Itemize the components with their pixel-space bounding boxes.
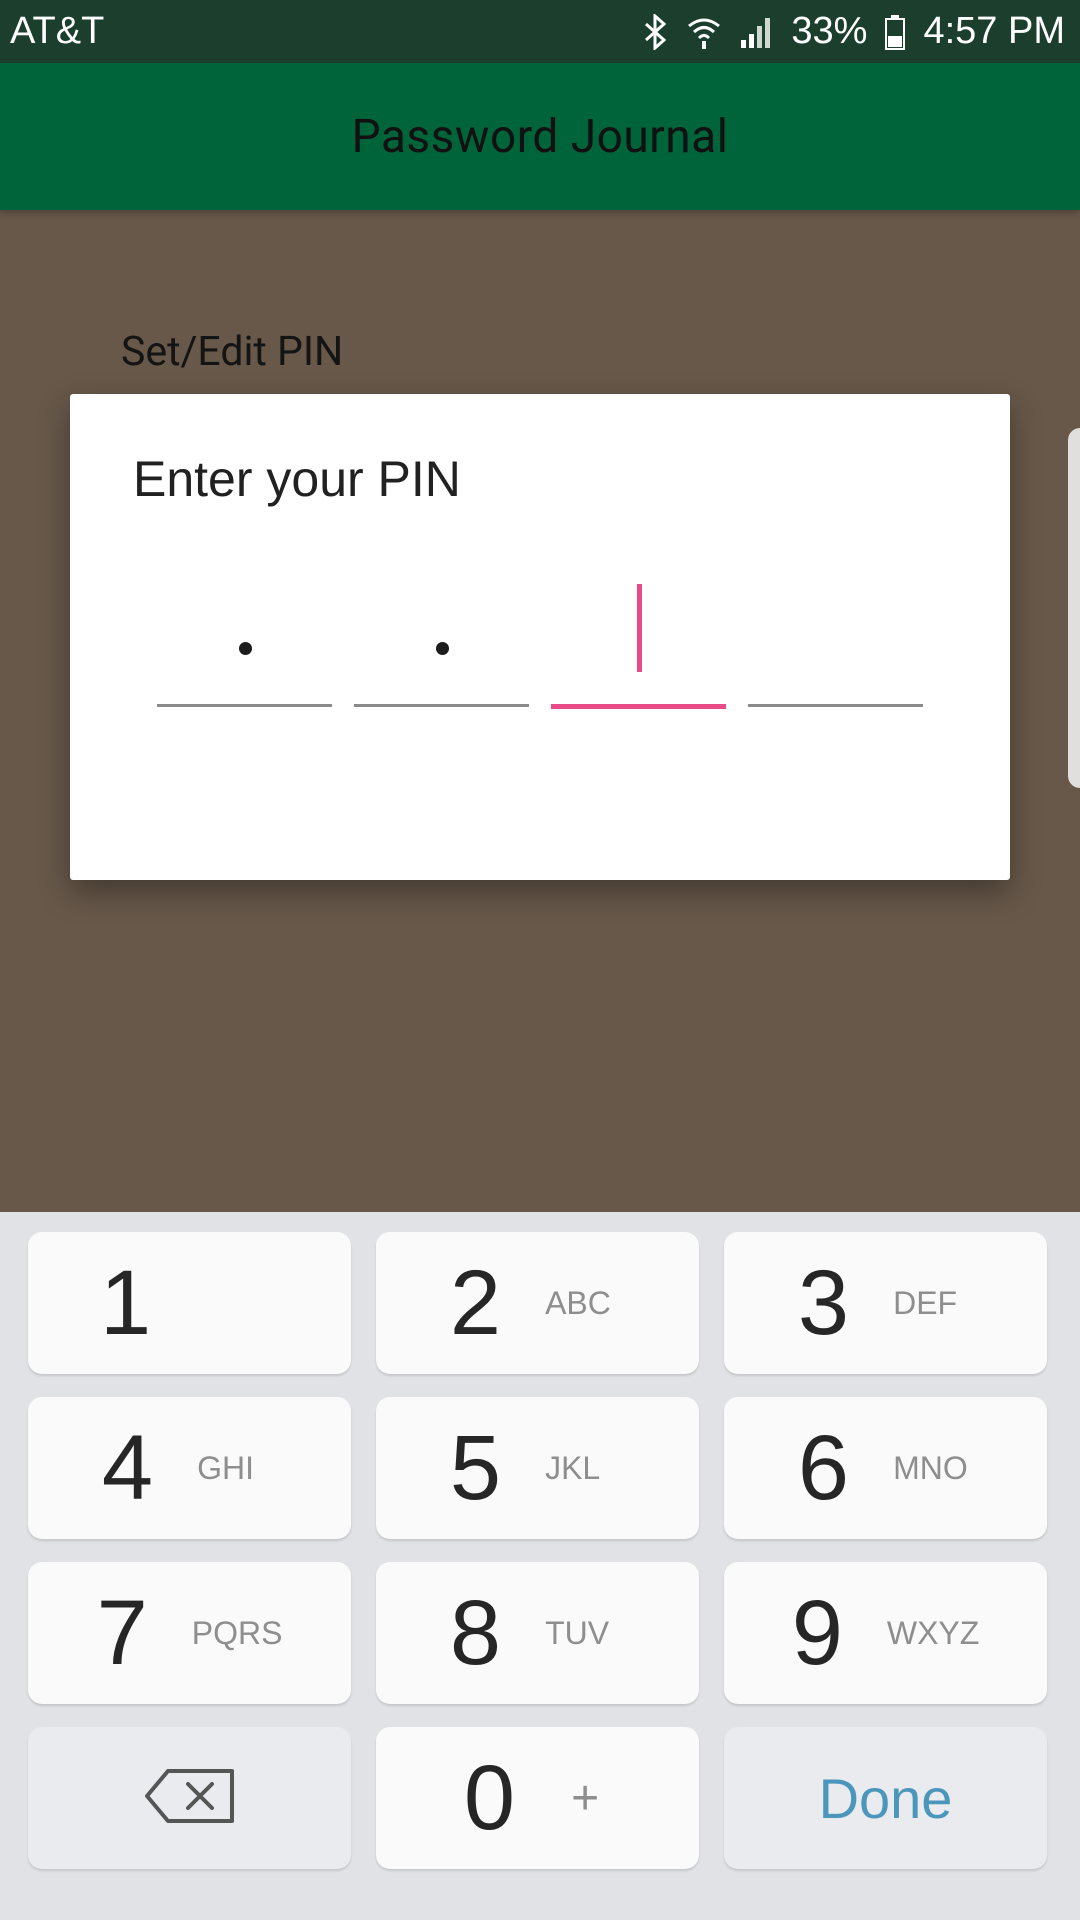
wifi-icon [687,14,721,50]
battery-icon [885,14,906,50]
preference-set-edit-pin: Set/Edit PIN [121,328,344,376]
key-letters: ABC [545,1284,611,1321]
key-1[interactable]: 1 [28,1232,351,1374]
status-icons: 33% 4:57 PM [643,10,1065,53]
key-0[interactable]: 0 + [376,1727,699,1869]
key-letters: WXYZ [886,1614,980,1651]
key-letters: + [571,1771,600,1825]
key-digit: 8 [449,1581,502,1684]
text-cursor [636,584,642,672]
key-digit: 0 [463,1746,516,1849]
key-4[interactable]: 4 GHI [28,1397,351,1539]
bluetooth-icon [643,13,669,50]
key-3[interactable]: 3 DEF [724,1232,1047,1374]
pin-field-2[interactable] [354,624,529,707]
key-2[interactable]: 2 ABC [376,1232,699,1374]
key-digit: 5 [449,1416,502,1519]
key-digit: 1 [100,1251,152,1354]
key-letters: JKL [545,1449,601,1486]
key-5[interactable]: 5 JKL [376,1397,699,1539]
battery-percent: 33% [791,10,868,52]
pin-field-4[interactable] [748,624,923,707]
key-digit: 6 [797,1416,850,1519]
pin-field-1[interactable] [157,624,332,707]
done-label: Done [818,1766,953,1830]
numeric-keyboard: 1 2 ABC 3 DEF 4 GHI 5 JKL 6 MNO 7 PQRS 8… [0,1212,1080,1920]
done-key[interactable]: Done [724,1727,1047,1869]
key-letters: GHI [197,1449,254,1486]
pin-mask-dot [238,642,252,655]
clock: 4:57 PM [923,10,1065,52]
key-digit: 3 [797,1251,850,1354]
app-bar: Password Journal [0,63,1080,210]
backspace-icon [144,1768,236,1828]
key-6[interactable]: 6 MNO [724,1397,1047,1539]
key-7[interactable]: 7 PQRS [28,1562,351,1704]
backspace-key[interactable] [28,1727,351,1869]
pin-mask-dot [435,642,449,655]
app-title: Password Journal [351,109,729,164]
key-digit: 7 [96,1581,148,1684]
signal-icon [739,14,773,50]
edge-panel-handle[interactable] [1068,428,1080,788]
key-letters: PQRS [191,1614,283,1651]
key-letters: TUV [545,1614,610,1651]
carrier-label: AT&T [10,10,105,52]
key-digit: 4 [101,1416,154,1519]
key-letters: DEF [893,1284,958,1321]
key-digit: 2 [449,1251,502,1354]
pin-field-3[interactable] [551,584,726,709]
key-8[interactable]: 8 TUV [376,1562,699,1704]
key-9[interactable]: 9 WXYZ [724,1562,1047,1704]
dialog-title: Enter your PIN [133,451,461,507]
key-letters: MNO [893,1449,968,1486]
status-bar: AT&T 33% 4:57 PM [0,0,1080,63]
key-digit: 9 [791,1581,843,1684]
pin-dialog: Enter your PIN [70,394,1010,880]
